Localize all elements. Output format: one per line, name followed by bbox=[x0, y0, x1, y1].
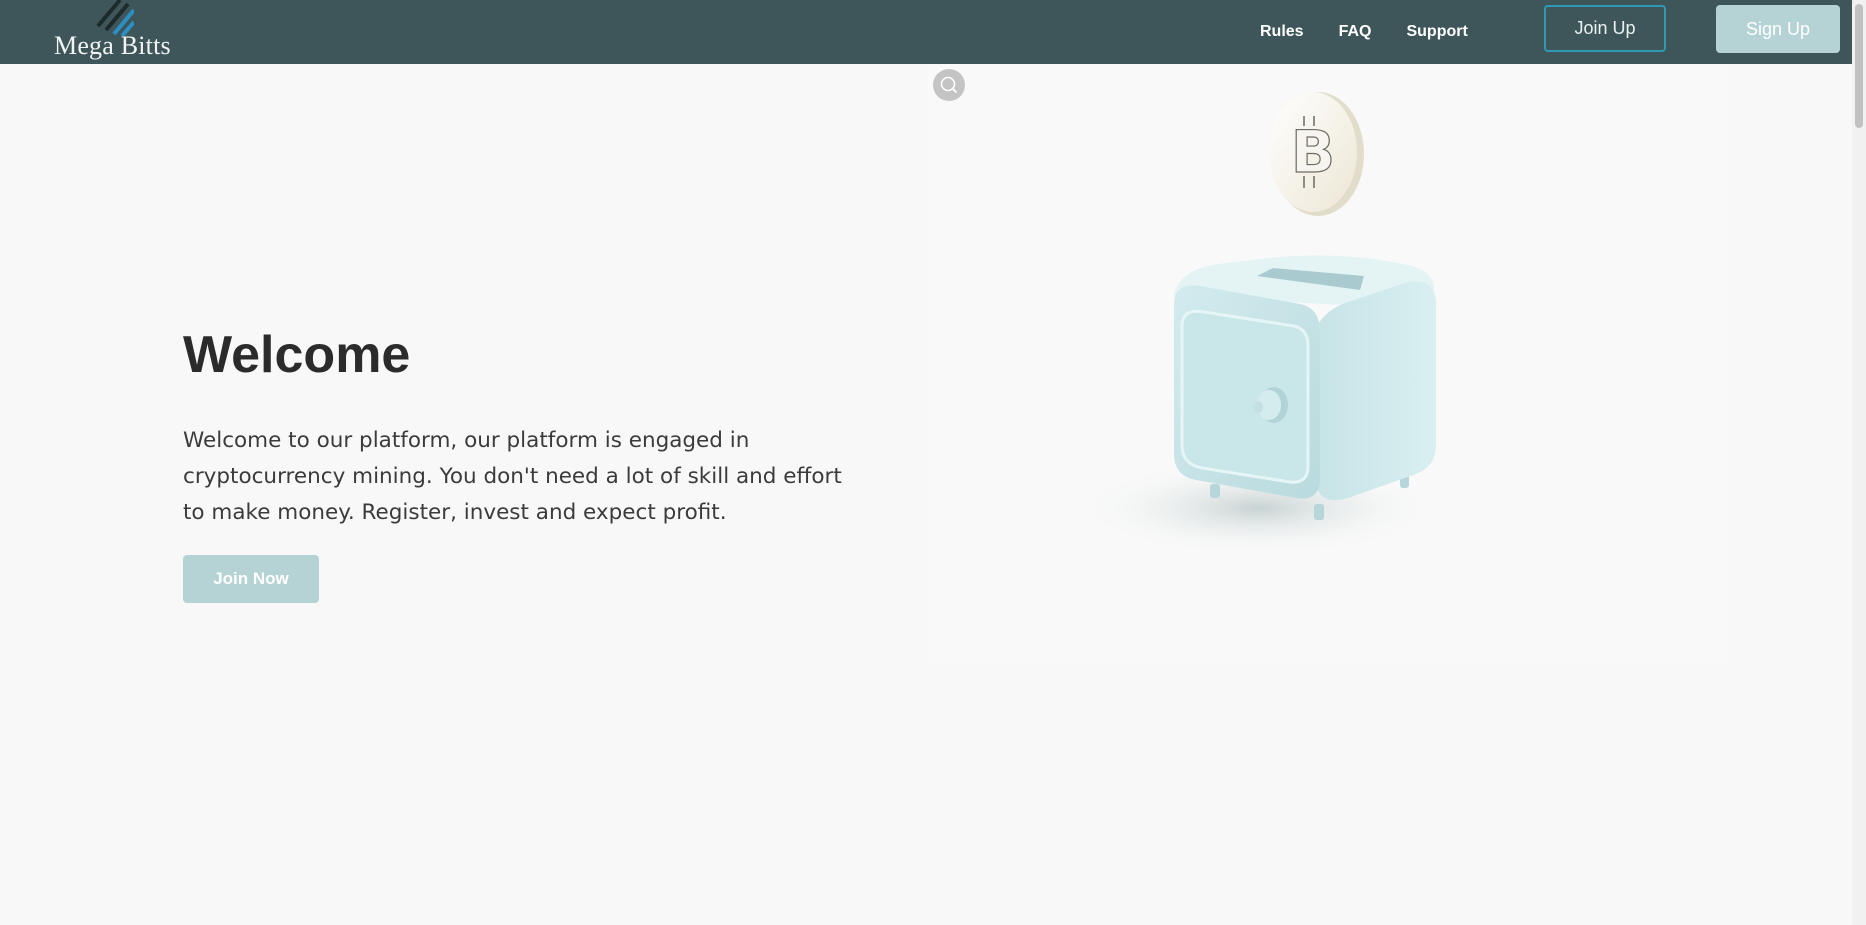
main-nav: Rules FAQ Support bbox=[1260, 0, 1503, 64]
scrollbar-thumb[interactable] bbox=[1855, 4, 1863, 128]
hero-illustration: B bbox=[928, 64, 1728, 664]
join-up-button[interactable]: Join Up bbox=[1544, 5, 1666, 52]
nav-link-faq[interactable]: FAQ bbox=[1339, 23, 1372, 41]
svg-text:B: B bbox=[1291, 118, 1335, 186]
brand-name: Mega Bitts bbox=[54, 31, 171, 60]
logo[interactable]: Mega Bitts bbox=[52, 0, 182, 64]
bitcoin-coin-icon: B bbox=[1269, 92, 1364, 216]
zoom-icon[interactable] bbox=[933, 69, 965, 101]
join-now-button[interactable]: Join Now bbox=[183, 555, 319, 603]
safe-box-icon bbox=[1174, 255, 1436, 520]
hero-title: Welcome bbox=[183, 326, 411, 384]
nav-link-rules[interactable]: Rules bbox=[1260, 23, 1304, 41]
top-navbar: Mega Bitts Rules FAQ Support Join Up Sig… bbox=[0, 0, 1852, 64]
nav-link-support[interactable]: Support bbox=[1406, 23, 1467, 41]
vertical-scrollbar[interactable] bbox=[1852, 0, 1866, 925]
sign-up-button[interactable]: Sign Up bbox=[1716, 5, 1840, 53]
hero-description: Welcome to our platform, our platform is… bbox=[183, 428, 842, 525]
page: Mega Bitts Rules FAQ Support Join Up Sig… bbox=[0, 0, 1866, 925]
safe-illustration: B bbox=[1078, 92, 1438, 556]
